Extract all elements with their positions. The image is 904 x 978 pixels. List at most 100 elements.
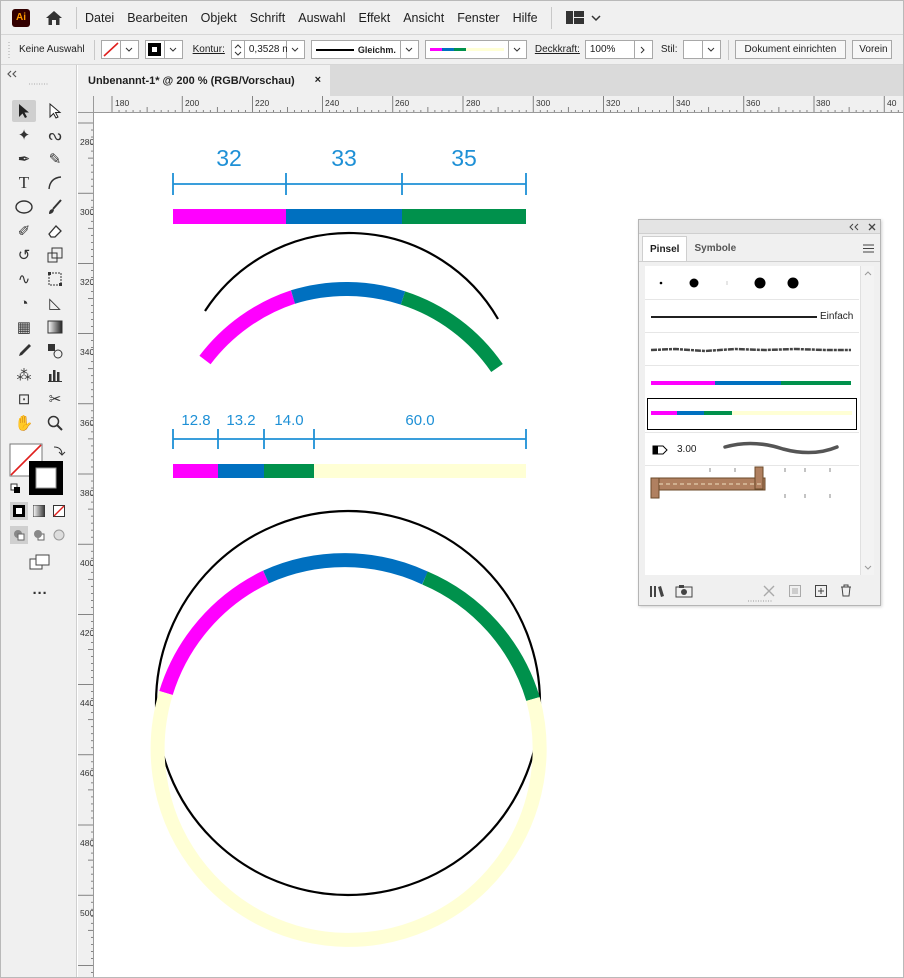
style-dropdown[interactable] [702, 40, 721, 59]
home-icon[interactable] [44, 8, 64, 28]
stroke-weight-dropdown[interactable] [286, 40, 305, 59]
more-tools-icon[interactable]: ··· [28, 582, 52, 604]
close-tab-icon[interactable]: × [315, 74, 321, 86]
blue-segment[interactable] [286, 209, 402, 224]
line-segment-icon[interactable] [43, 172, 67, 194]
delete-brush-icon[interactable] [840, 584, 852, 597]
none-mode-icon[interactable] [50, 502, 68, 520]
cream-segment[interactable] [314, 464, 526, 478]
warp-tool-icon[interactable]: ∿ [12, 268, 36, 290]
calligraphic-brush-row[interactable]: 3.00 [645, 432, 859, 465]
stroke-label[interactable]: Kontur: [193, 44, 225, 55]
magenta-segment[interactable] [173, 464, 218, 478]
eraser-icon[interactable] [43, 220, 67, 242]
column-graph-icon[interactable] [43, 364, 67, 386]
rotate-tool-icon[interactable]: ↺ [12, 244, 36, 266]
paintbrush-icon[interactable] [43, 196, 67, 218]
brush-libraries-icon[interactable] [649, 584, 665, 598]
draw-normal-icon[interactable] [10, 526, 28, 544]
brush-definition[interactable] [424, 40, 509, 59]
tab-pinsel[interactable]: Pinsel [642, 236, 688, 261]
horizontal-ruler[interactable]: 180 200 220 240 260 280 300 320 340 360 … [94, 96, 903, 113]
collapse-panel-icon[interactable] [848, 223, 860, 231]
menu-objekt[interactable]: Objekt [201, 11, 237, 25]
vertical-ruler[interactable]: 280 300 320 340 360 380 400 420 440 460 … [78, 113, 94, 977]
segment-brush-row[interactable] [645, 365, 859, 398]
magenta-arc[interactable] [199, 290, 296, 365]
green-segment[interactable] [402, 209, 526, 224]
black-arc[interactable] [204, 231, 499, 320]
opacity-expand[interactable] [634, 40, 653, 59]
pattern-brush-row[interactable] [645, 465, 859, 499]
blue-segment[interactable] [218, 464, 264, 478]
fill-dropdown[interactable] [120, 40, 139, 59]
magic-wand-icon[interactable]: ✦ [12, 124, 36, 146]
slice-tool-icon[interactable]: ✂ [43, 388, 67, 410]
shaper-tool-icon[interactable]: ✐ [12, 220, 36, 242]
workspace-switcher[interactable] [565, 11, 602, 24]
stroke-dropdown[interactable] [164, 40, 183, 59]
black-circle[interactable] [154, 509, 542, 897]
document-tab[interactable]: Unbenannt-1* @ 200 % (RGB/Vorschau) × [78, 65, 330, 96]
stroke-stepper[interactable] [230, 40, 245, 59]
lasso-icon[interactable]: ᔓ [43, 124, 67, 146]
menu-hilfe[interactable]: Hilfe [513, 11, 538, 25]
fill-stroke-widget[interactable] [5, 439, 75, 509]
menu-ansicht[interactable]: Ansicht [403, 11, 444, 25]
resize-grip-icon[interactable] [748, 599, 772, 603]
fill-swatch[interactable] [100, 40, 121, 59]
zoom-tool-icon[interactable] [43, 412, 67, 434]
remove-brush-stroke-icon[interactable] [763, 585, 775, 597]
draw-inside-icon[interactable] [50, 526, 68, 544]
menu-auswahl[interactable]: Auswahl [298, 11, 345, 25]
direct-selection-tool-icon[interactable] [43, 100, 67, 122]
gradient-mode-icon[interactable] [30, 502, 48, 520]
basic-brush-row[interactable]: Einfach [645, 299, 859, 332]
charcoal-brush-row[interactable] [645, 332, 859, 365]
panel-menu-icon[interactable] [863, 244, 874, 253]
stroke-weight-input[interactable]: 0,3528 m [244, 40, 291, 59]
ellipse-tool-icon[interactable] [12, 196, 36, 218]
gradient-tool-icon[interactable] [43, 316, 67, 338]
blend-tool-icon[interactable] [43, 340, 67, 362]
menu-effekt[interactable]: Effekt [358, 11, 390, 25]
brush-dropdown[interactable] [508, 40, 527, 59]
green-arc[interactable] [400, 291, 503, 373]
scroll-up-icon[interactable] [861, 268, 875, 278]
color-mode-icon[interactable] [10, 502, 28, 520]
libraries-panel-icon[interactable] [675, 584, 693, 598]
symbol-sprayer-icon[interactable]: ⁂ [12, 364, 36, 386]
tab-symbole[interactable]: Symbole [687, 236, 743, 261]
opacity-input[interactable]: 100% [584, 40, 635, 59]
opacity-label[interactable]: Deckkraft: [535, 44, 580, 55]
variable-width-profile[interactable]: Gleichm. [310, 40, 401, 59]
perspective-grid-icon[interactable]: ◺ [43, 292, 67, 314]
pen-tool-icon[interactable]: ✒ [12, 148, 36, 170]
artboard-tool-icon[interactable]: ⊡ [12, 388, 36, 410]
curvature-tool-icon[interactable]: ✎ [43, 148, 67, 170]
scroll-down-icon[interactable] [861, 563, 875, 573]
menu-fenster[interactable]: Fenster [457, 11, 499, 25]
calligraphic-brush-presets[interactable] [645, 266, 859, 299]
hand-tool-icon[interactable]: ✋ [12, 412, 36, 434]
selected-brush-row[interactable] [647, 398, 857, 430]
screen-mode-icon[interactable] [28, 551, 52, 573]
document-setup-button[interactable]: Dokument einrichten [734, 40, 847, 59]
green-ring-segment[interactable] [422, 571, 540, 702]
blue-arc[interactable] [290, 281, 406, 305]
free-transform-icon[interactable] [43, 268, 67, 290]
menu-bearbeiten[interactable]: Bearbeiten [127, 11, 187, 25]
stroke-swatch[interactable] [144, 40, 165, 59]
preferences-button[interactable]: Vorein [852, 40, 893, 59]
magenta-segment[interactable] [173, 209, 286, 224]
scale-tool-icon[interactable] [43, 244, 67, 266]
blue-ring-segment[interactable] [263, 553, 428, 585]
brush-options-icon[interactable] [789, 585, 801, 597]
menu-datei[interactable]: Datei [85, 11, 114, 25]
close-panel-icon[interactable] [868, 223, 876, 231]
brush-list-scrollbar[interactable] [860, 266, 874, 575]
profile-dropdown[interactable] [400, 40, 419, 59]
type-tool-icon[interactable]: T [12, 172, 36, 194]
shape-builder-icon[interactable]: ◔ [12, 292, 36, 314]
mesh-tool-icon[interactable]: ▦ [12, 316, 36, 338]
